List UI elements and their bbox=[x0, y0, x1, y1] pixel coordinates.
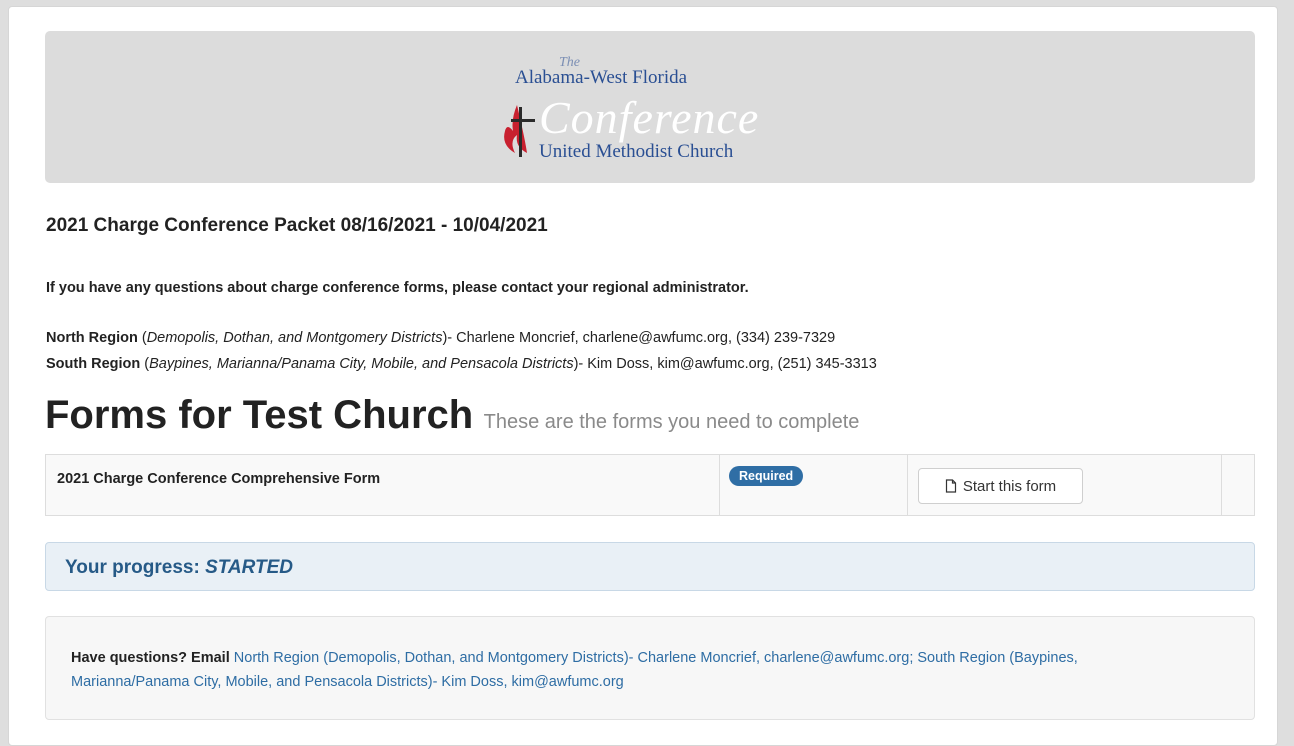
region-open: ( bbox=[137, 330, 147, 346]
table-cell-name: 2021 Charge Conference Comprehensive For… bbox=[46, 455, 720, 515]
page-container: The Alabama-West Florida Conference Unit… bbox=[8, 6, 1278, 746]
region-contact: )- Charlene Moncrief, charlene@awfumc.or… bbox=[442, 330, 836, 346]
cross-and-flame-icon bbox=[504, 105, 535, 157]
forms-table: 2021 Charge Conference Comprehensive For… bbox=[45, 454, 1255, 516]
document-icon bbox=[945, 479, 956, 493]
forms-title: Forms for Test Church bbox=[45, 393, 474, 437]
table-cell-status: Required bbox=[720, 455, 908, 515]
contact-notice: If you have any questions about charge c… bbox=[46, 280, 749, 296]
forms-heading: Forms for Test Church These are the form… bbox=[45, 393, 859, 438]
progress-panel: Your progress: STARTED bbox=[45, 542, 1255, 591]
header-banner: The Alabama-West Florida Conference Unit… bbox=[45, 31, 1255, 183]
logo-line3: United Methodist Church bbox=[539, 141, 734, 162]
packet-title: 2021 Charge Conference Packet 08/16/2021… bbox=[46, 215, 548, 236]
progress-text: Your progress: STARTED bbox=[65, 557, 293, 579]
north-region-contact: North Region (Demopolis, Dothan, and Mon… bbox=[46, 330, 835, 346]
logo-line1: Alabama-West Florida bbox=[515, 67, 688, 88]
progress-status: STARTED bbox=[205, 557, 294, 578]
region-open: ( bbox=[140, 356, 150, 372]
start-form-label: Start this form bbox=[962, 477, 1057, 495]
form-name: 2021 Charge Conference Comprehensive For… bbox=[57, 471, 381, 487]
region-name: North Region bbox=[46, 330, 138, 346]
table-cell-action: Start this form bbox=[908, 455, 1222, 515]
questions-text: Have questions? Email North Region (Demo… bbox=[71, 646, 1191, 694]
region-districts: Demopolis, Dothan, and Montgomery Distri… bbox=[146, 330, 443, 346]
start-form-button[interactable]: Start this form bbox=[918, 468, 1083, 504]
region-contact: )- Kim Doss, kim@awfumc.org, (251) 345-3… bbox=[573, 356, 877, 372]
questions-lead: Have questions? Email bbox=[71, 650, 230, 666]
conference-logo: The Alabama-West Florida Conference Unit… bbox=[499, 47, 799, 167]
required-badge: Required bbox=[729, 466, 804, 486]
forms-subtitle: These are the forms you need to complete bbox=[483, 411, 860, 433]
region-districts: Baypines, Marianna/Panama City, Mobile, … bbox=[149, 356, 574, 372]
region-name: South Region bbox=[46, 356, 141, 372]
questions-panel: Have questions? Email North Region (Demo… bbox=[45, 616, 1255, 720]
progress-label: Your progress: bbox=[65, 557, 206, 578]
logo-line2: Conference bbox=[539, 92, 760, 143]
south-region-contact: South Region (Baypines, Marianna/Panama … bbox=[46, 356, 877, 372]
scrollbar-track[interactable] bbox=[1278, 0, 1294, 734]
table-cell-empty bbox=[1222, 455, 1254, 515]
